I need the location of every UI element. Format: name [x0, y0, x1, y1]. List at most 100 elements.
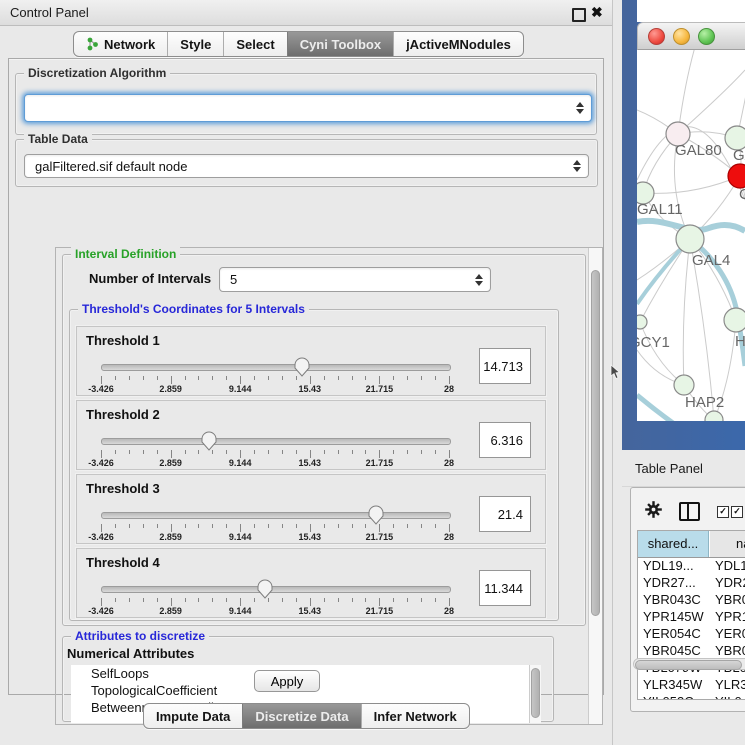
- tick-mark: [171, 598, 172, 606]
- table-horizontal-scrollbar[interactable]: [633, 658, 745, 670]
- table-row[interactable]: YER054CYER0: [638, 625, 745, 642]
- tab-infer-network-label: Infer Network: [374, 709, 457, 724]
- slider-thumb[interactable]: [368, 504, 384, 530]
- tab-impute-data-label: Impute Data: [156, 709, 230, 724]
- tab-style[interactable]: Style: [167, 32, 223, 56]
- tick-mark: [157, 524, 158, 528]
- tick-mark: [338, 524, 339, 528]
- threshold-panel-4: Threshold 4-3.4262.8599.14415.4321.71528…: [76, 548, 546, 618]
- cell-name: YDR2: [715, 574, 745, 591]
- table-panel-titlebar[interactable]: Table Panel: [622, 450, 745, 487]
- number-of-intervals-combobox[interactable]: 5: [219, 267, 491, 292]
- tab-jactivemnodules[interactable]: jActiveMNodules: [393, 32, 523, 56]
- interval-definition-title: Interval Definition: [71, 247, 180, 261]
- table-data-combobox[interactable]: galFiltered.sif default node: [24, 154, 589, 178]
- tick-mark: [185, 598, 186, 602]
- attributes-list-scrollbar[interactable]: [529, 665, 541, 723]
- tick-mark: [365, 376, 366, 380]
- tick-label: 2.859: [159, 384, 182, 394]
- tick-mark: [185, 524, 186, 528]
- network-node[interactable]: [637, 315, 647, 329]
- tick-mark: [268, 450, 269, 454]
- tick-mark: [449, 376, 450, 384]
- threshold-value-field[interactable]: 11.344: [479, 570, 531, 606]
- tab-discretize-data[interactable]: Discretize Data: [242, 704, 360, 728]
- float-window-icon[interactable]: [572, 8, 586, 22]
- tick-mark: [254, 524, 255, 528]
- network-node[interactable]: [674, 375, 694, 395]
- table-row[interactable]: YIL053CYIL0: [638, 693, 745, 700]
- tab-cyni-toolbox[interactable]: Cyni Toolbox: [287, 32, 393, 56]
- threshold-label: Threshold 1: [86, 333, 160, 348]
- apply-button[interactable]: Apply: [254, 670, 320, 692]
- tick-label: -3.426: [88, 384, 114, 394]
- checkbox-checked-icon[interactable]: ✓: [717, 506, 729, 518]
- column-header-name[interactable]: na: [710, 531, 745, 557]
- tick-label: -3.426: [88, 606, 114, 616]
- network-node[interactable]: [724, 308, 745, 332]
- tick-mark: [324, 524, 325, 528]
- split-columns-icon[interactable]: [679, 502, 700, 521]
- tab-infer-network[interactable]: Infer Network: [361, 704, 469, 728]
- slider-track[interactable]: [101, 586, 451, 593]
- tick-mark: [393, 524, 394, 528]
- table-row[interactable]: YDL19...YDL1: [638, 557, 745, 574]
- threshold-value-field[interactable]: 14.713: [479, 348, 531, 384]
- gear-icon[interactable]: [645, 501, 662, 518]
- tick-mark: [352, 376, 353, 380]
- table-row[interactable]: YBR045CYBR0: [638, 642, 745, 659]
- zoom-traffic-light-icon[interactable]: [698, 28, 715, 45]
- tick-mark: [115, 598, 116, 602]
- settings-vertical-scrollbar[interactable]: [588, 248, 602, 724]
- table-row[interactable]: YBR043CYBR0: [638, 591, 745, 608]
- table-data-group-title: Table Data: [24, 132, 92, 146]
- network-window-titlebar[interactable]: [637, 22, 745, 50]
- tick-mark: [449, 450, 450, 458]
- table-row[interactable]: YPR145WYPR1: [638, 608, 745, 625]
- tick-label: 15.43: [299, 606, 322, 616]
- tab-impute-data[interactable]: Impute Data: [144, 704, 242, 728]
- slider-thumb[interactable]: [294, 356, 310, 382]
- tick-mark: [282, 450, 283, 454]
- slider-track[interactable]: [101, 512, 451, 519]
- slider-track[interactable]: [101, 364, 451, 371]
- attributes-group-title: Attributes to discretize: [71, 629, 209, 643]
- threshold-value-field[interactable]: 21.4: [479, 496, 531, 532]
- network-node[interactable]: [705, 411, 723, 421]
- tick-mark: [101, 450, 102, 458]
- tick-mark: [365, 450, 366, 454]
- checkbox-checked-icon[interactable]: ✓: [731, 506, 743, 518]
- close-traffic-light-icon[interactable]: [648, 28, 665, 45]
- node-label: GCY1: [637, 334, 670, 351]
- tick-mark: [449, 598, 450, 606]
- minimize-traffic-light-icon[interactable]: [673, 28, 690, 45]
- cell-shared-name: YDL19...: [643, 557, 694, 574]
- tick-mark: [379, 598, 380, 606]
- tick-mark: [421, 598, 422, 602]
- tick-mark: [449, 524, 450, 532]
- threshold-value-field[interactable]: 6.316: [479, 422, 531, 458]
- table-row[interactable]: YLR345WYLR3: [638, 676, 745, 693]
- cyni-toolbox-content: Discretization Algorithm Table Data galF…: [8, 58, 604, 695]
- node-label: H: [735, 333, 745, 350]
- slider-track[interactable]: [101, 438, 451, 445]
- tick-label: 28: [444, 458, 454, 468]
- tab-select[interactable]: Select: [223, 32, 286, 56]
- table-row[interactable]: YDR27...YDR2: [638, 574, 745, 591]
- column-header-shared-name[interactable]: shared...: [638, 531, 709, 557]
- control-panel-titlebar[interactable]: Control Panel ✖: [0, 0, 612, 26]
- tick-mark: [185, 376, 186, 380]
- network-node[interactable]: [676, 225, 704, 253]
- tab-network[interactable]: Network: [74, 32, 167, 56]
- network-canvas[interactable]: GAL80GACGAL11GAL4HGCY1HAP2: [637, 50, 745, 421]
- algorithm-combobox[interactable]: [24, 94, 592, 122]
- node-label: GAL11: [637, 201, 683, 218]
- tick-mark: [352, 450, 353, 454]
- network-graph[interactable]: GAL80GACGAL11GAL4HGCY1HAP2: [637, 50, 745, 421]
- close-icon[interactable]: ✖: [591, 4, 603, 21]
- tick-mark: [101, 376, 102, 384]
- slider-thumb[interactable]: [201, 430, 217, 456]
- threshold-panel-1: Threshold 1-3.4262.8599.14415.4321.71528…: [76, 326, 546, 396]
- slider-thumb[interactable]: [257, 578, 273, 604]
- tick-mark: [324, 376, 325, 380]
